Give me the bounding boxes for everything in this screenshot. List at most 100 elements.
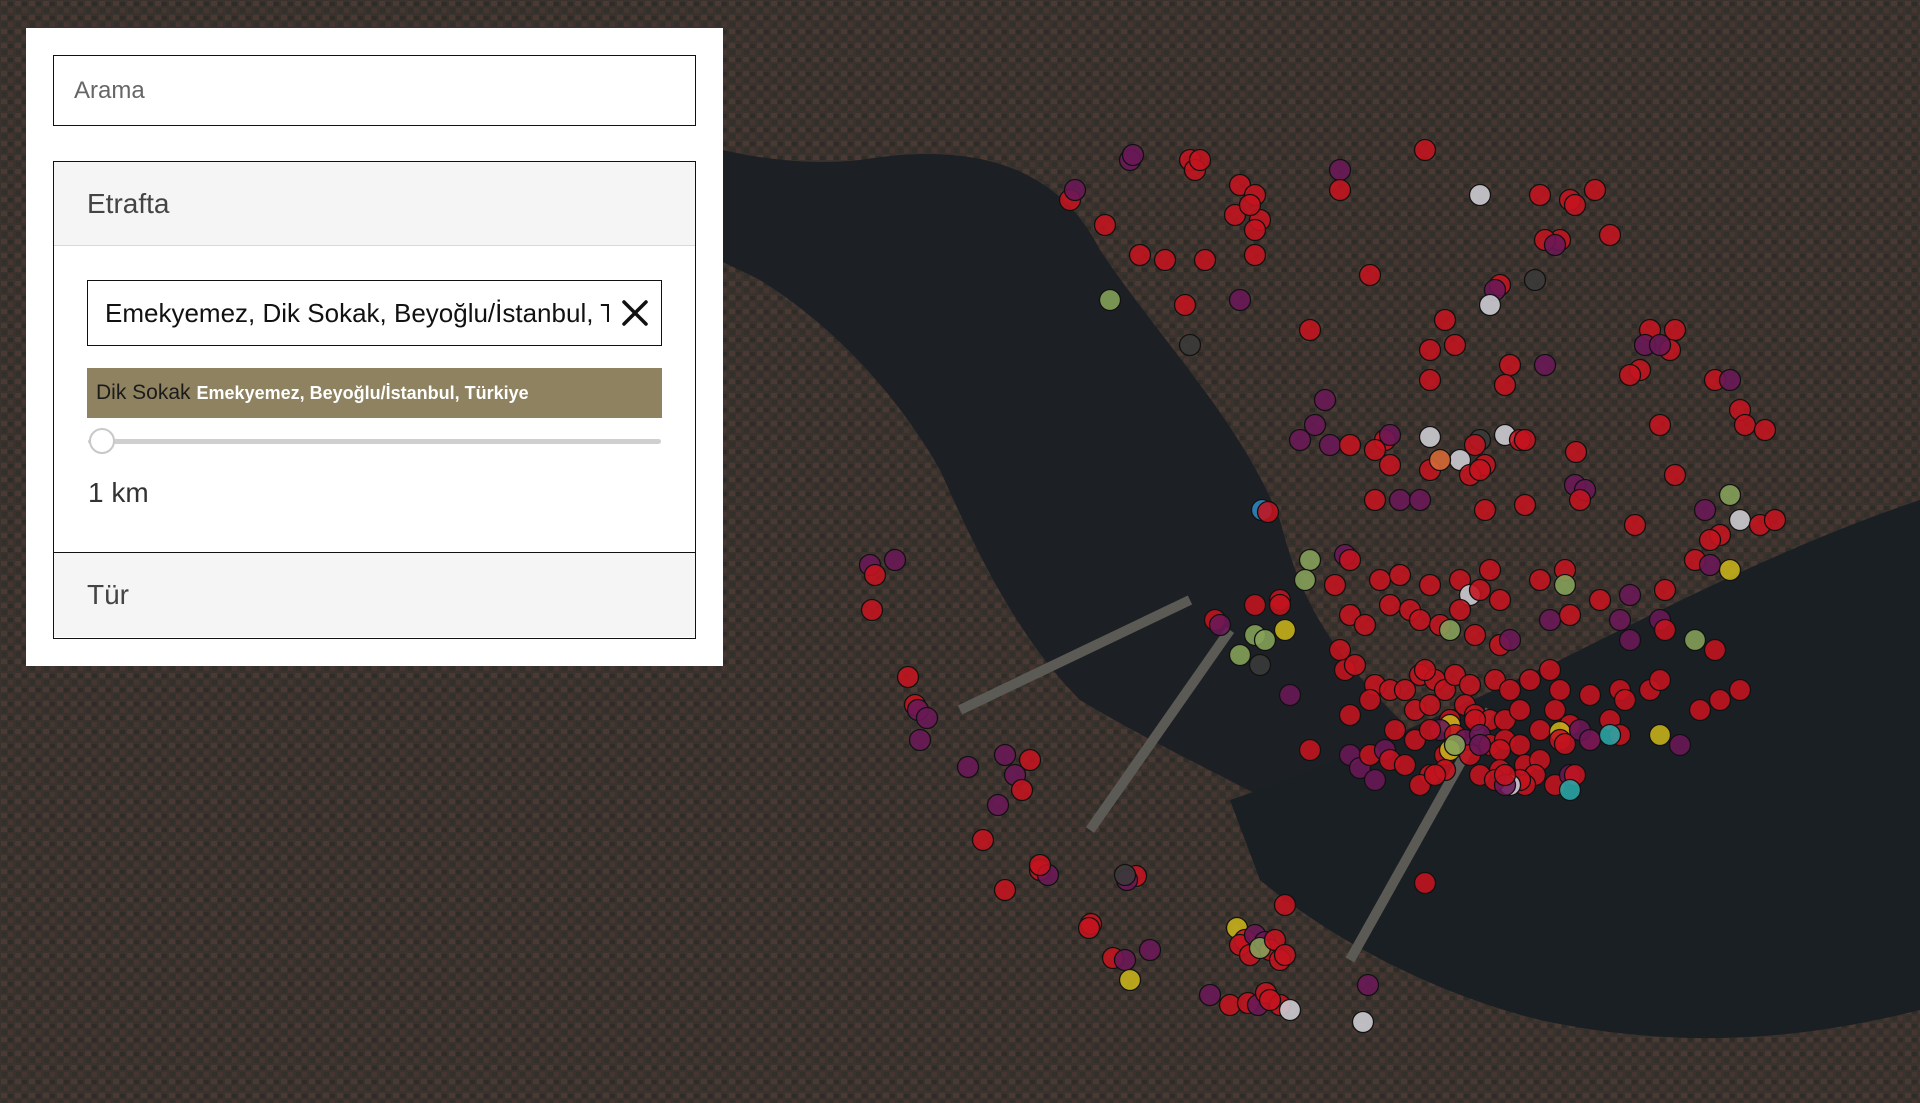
map-marker[interactable] xyxy=(1338,548,1362,572)
map-marker[interactable] xyxy=(1418,338,1442,362)
map-marker[interactable] xyxy=(1508,698,1532,722)
map-marker[interactable] xyxy=(860,598,884,622)
map-marker[interactable] xyxy=(1438,618,1462,642)
map-marker[interactable] xyxy=(1468,458,1492,482)
map-marker[interactable] xyxy=(1228,288,1252,312)
map-marker[interactable] xyxy=(1318,433,1342,457)
map-marker[interactable] xyxy=(1418,693,1442,717)
map-marker[interactable] xyxy=(1558,778,1582,802)
address-input[interactable]: Emekyemez, Dik Sokak, Beyoğlu/İstanbul, … xyxy=(87,280,662,346)
map-marker[interactable] xyxy=(1238,193,1262,217)
map-marker[interactable] xyxy=(1193,248,1217,272)
map-marker[interactable] xyxy=(1548,678,1572,702)
map-marker[interactable] xyxy=(1098,288,1122,312)
map-marker[interactable] xyxy=(1564,440,1588,464)
map-marker[interactable] xyxy=(1273,943,1297,967)
map-marker[interactable] xyxy=(1113,863,1137,887)
map-marker[interactable] xyxy=(1298,548,1322,572)
map-marker[interactable] xyxy=(1598,223,1622,247)
map-marker[interactable] xyxy=(1653,618,1677,642)
map-marker[interactable] xyxy=(1121,143,1145,167)
map-marker[interactable] xyxy=(1256,500,1280,524)
map-marker[interactable] xyxy=(1728,678,1752,702)
map-marker[interactable] xyxy=(956,755,980,779)
map-marker[interactable] xyxy=(1356,973,1380,997)
map-marker[interactable] xyxy=(1663,463,1687,487)
map-marker[interactable] xyxy=(1493,373,1517,397)
map-marker[interactable] xyxy=(1648,413,1672,437)
map-marker[interactable] xyxy=(1543,233,1567,257)
map-marker[interactable] xyxy=(1518,668,1542,692)
map-marker[interactable] xyxy=(1718,558,1742,582)
radius-slider-track[interactable] xyxy=(88,439,661,444)
map-marker[interactable] xyxy=(1688,698,1712,722)
map-marker[interactable] xyxy=(896,665,920,689)
map-marker[interactable] xyxy=(1077,916,1101,940)
map-marker[interactable] xyxy=(1293,568,1317,592)
map-marker[interactable] xyxy=(1498,678,1522,702)
map-marker[interactable] xyxy=(1248,653,1272,677)
map-marker[interactable] xyxy=(1278,683,1302,707)
map-marker[interactable] xyxy=(1178,333,1202,357)
map-marker[interactable] xyxy=(883,548,907,572)
map-marker[interactable] xyxy=(1028,853,1052,877)
map-marker[interactable] xyxy=(1578,683,1602,707)
map-marker[interactable] xyxy=(1498,353,1522,377)
map-marker[interactable] xyxy=(915,706,939,730)
map-marker[interactable] xyxy=(1538,658,1562,682)
map-marker[interactable] xyxy=(1388,563,1412,587)
map-marker[interactable] xyxy=(1208,613,1232,637)
map-marker[interactable] xyxy=(1243,593,1267,617)
map-marker[interactable] xyxy=(1493,763,1517,787)
map-marker[interactable] xyxy=(1753,418,1777,442)
map-marker[interactable] xyxy=(1273,618,1297,642)
map-marker[interactable] xyxy=(1613,688,1637,712)
map-marker[interactable] xyxy=(1413,871,1437,895)
map-marker[interactable] xyxy=(1388,488,1412,512)
map-marker[interactable] xyxy=(1338,433,1362,457)
map-marker[interactable] xyxy=(1473,498,1497,522)
map-marker[interactable] xyxy=(1153,248,1177,272)
map-marker[interactable] xyxy=(1528,183,1552,207)
map-marker[interactable] xyxy=(1228,643,1252,667)
map-marker[interactable] xyxy=(1413,138,1437,162)
map-marker[interactable] xyxy=(1268,593,1292,617)
map-marker[interactable] xyxy=(1618,583,1642,607)
map-marker[interactable] xyxy=(1648,723,1672,747)
map-marker[interactable] xyxy=(1648,333,1672,357)
map-marker[interactable] xyxy=(1653,578,1677,602)
map-marker[interactable] xyxy=(863,563,887,587)
map-marker[interactable] xyxy=(1718,368,1742,392)
map-marker[interactable] xyxy=(1598,723,1622,747)
map-marker[interactable] xyxy=(1313,388,1337,412)
map-marker[interactable] xyxy=(1553,573,1577,597)
map-marker[interactable] xyxy=(1563,193,1587,217)
map-marker[interactable] xyxy=(1408,488,1432,512)
map-marker[interactable] xyxy=(1113,948,1137,972)
map-marker[interactable] xyxy=(1708,688,1732,712)
radius-slider-thumb[interactable] xyxy=(89,428,115,454)
map-marker[interactable] xyxy=(1408,608,1432,632)
map-marker[interactable] xyxy=(908,728,932,752)
map-marker[interactable] xyxy=(1698,553,1722,577)
map-marker[interactable] xyxy=(1618,628,1642,652)
map-marker[interactable] xyxy=(1513,428,1537,452)
map-marker[interactable] xyxy=(1378,593,1402,617)
map-marker[interactable] xyxy=(1558,603,1582,627)
map-marker[interactable] xyxy=(1528,718,1552,742)
map-marker[interactable] xyxy=(1418,425,1442,449)
map-marker[interactable] xyxy=(1423,763,1447,787)
map-marker[interactable] xyxy=(1468,183,1492,207)
close-icon[interactable] xyxy=(609,287,661,339)
map-marker[interactable] xyxy=(1288,428,1312,452)
nearby-section-header[interactable]: Etrafta xyxy=(54,162,695,246)
map-marker[interactable] xyxy=(1578,728,1602,752)
map-marker[interactable] xyxy=(1583,178,1607,202)
map-marker[interactable] xyxy=(1323,573,1347,597)
map-marker[interactable] xyxy=(1138,938,1162,962)
map-marker[interactable] xyxy=(1468,733,1492,757)
map-marker[interactable] xyxy=(1358,688,1382,712)
map-marker[interactable] xyxy=(1428,448,1452,472)
map-marker[interactable] xyxy=(1351,1010,1375,1034)
map-marker[interactable] xyxy=(1588,588,1612,612)
